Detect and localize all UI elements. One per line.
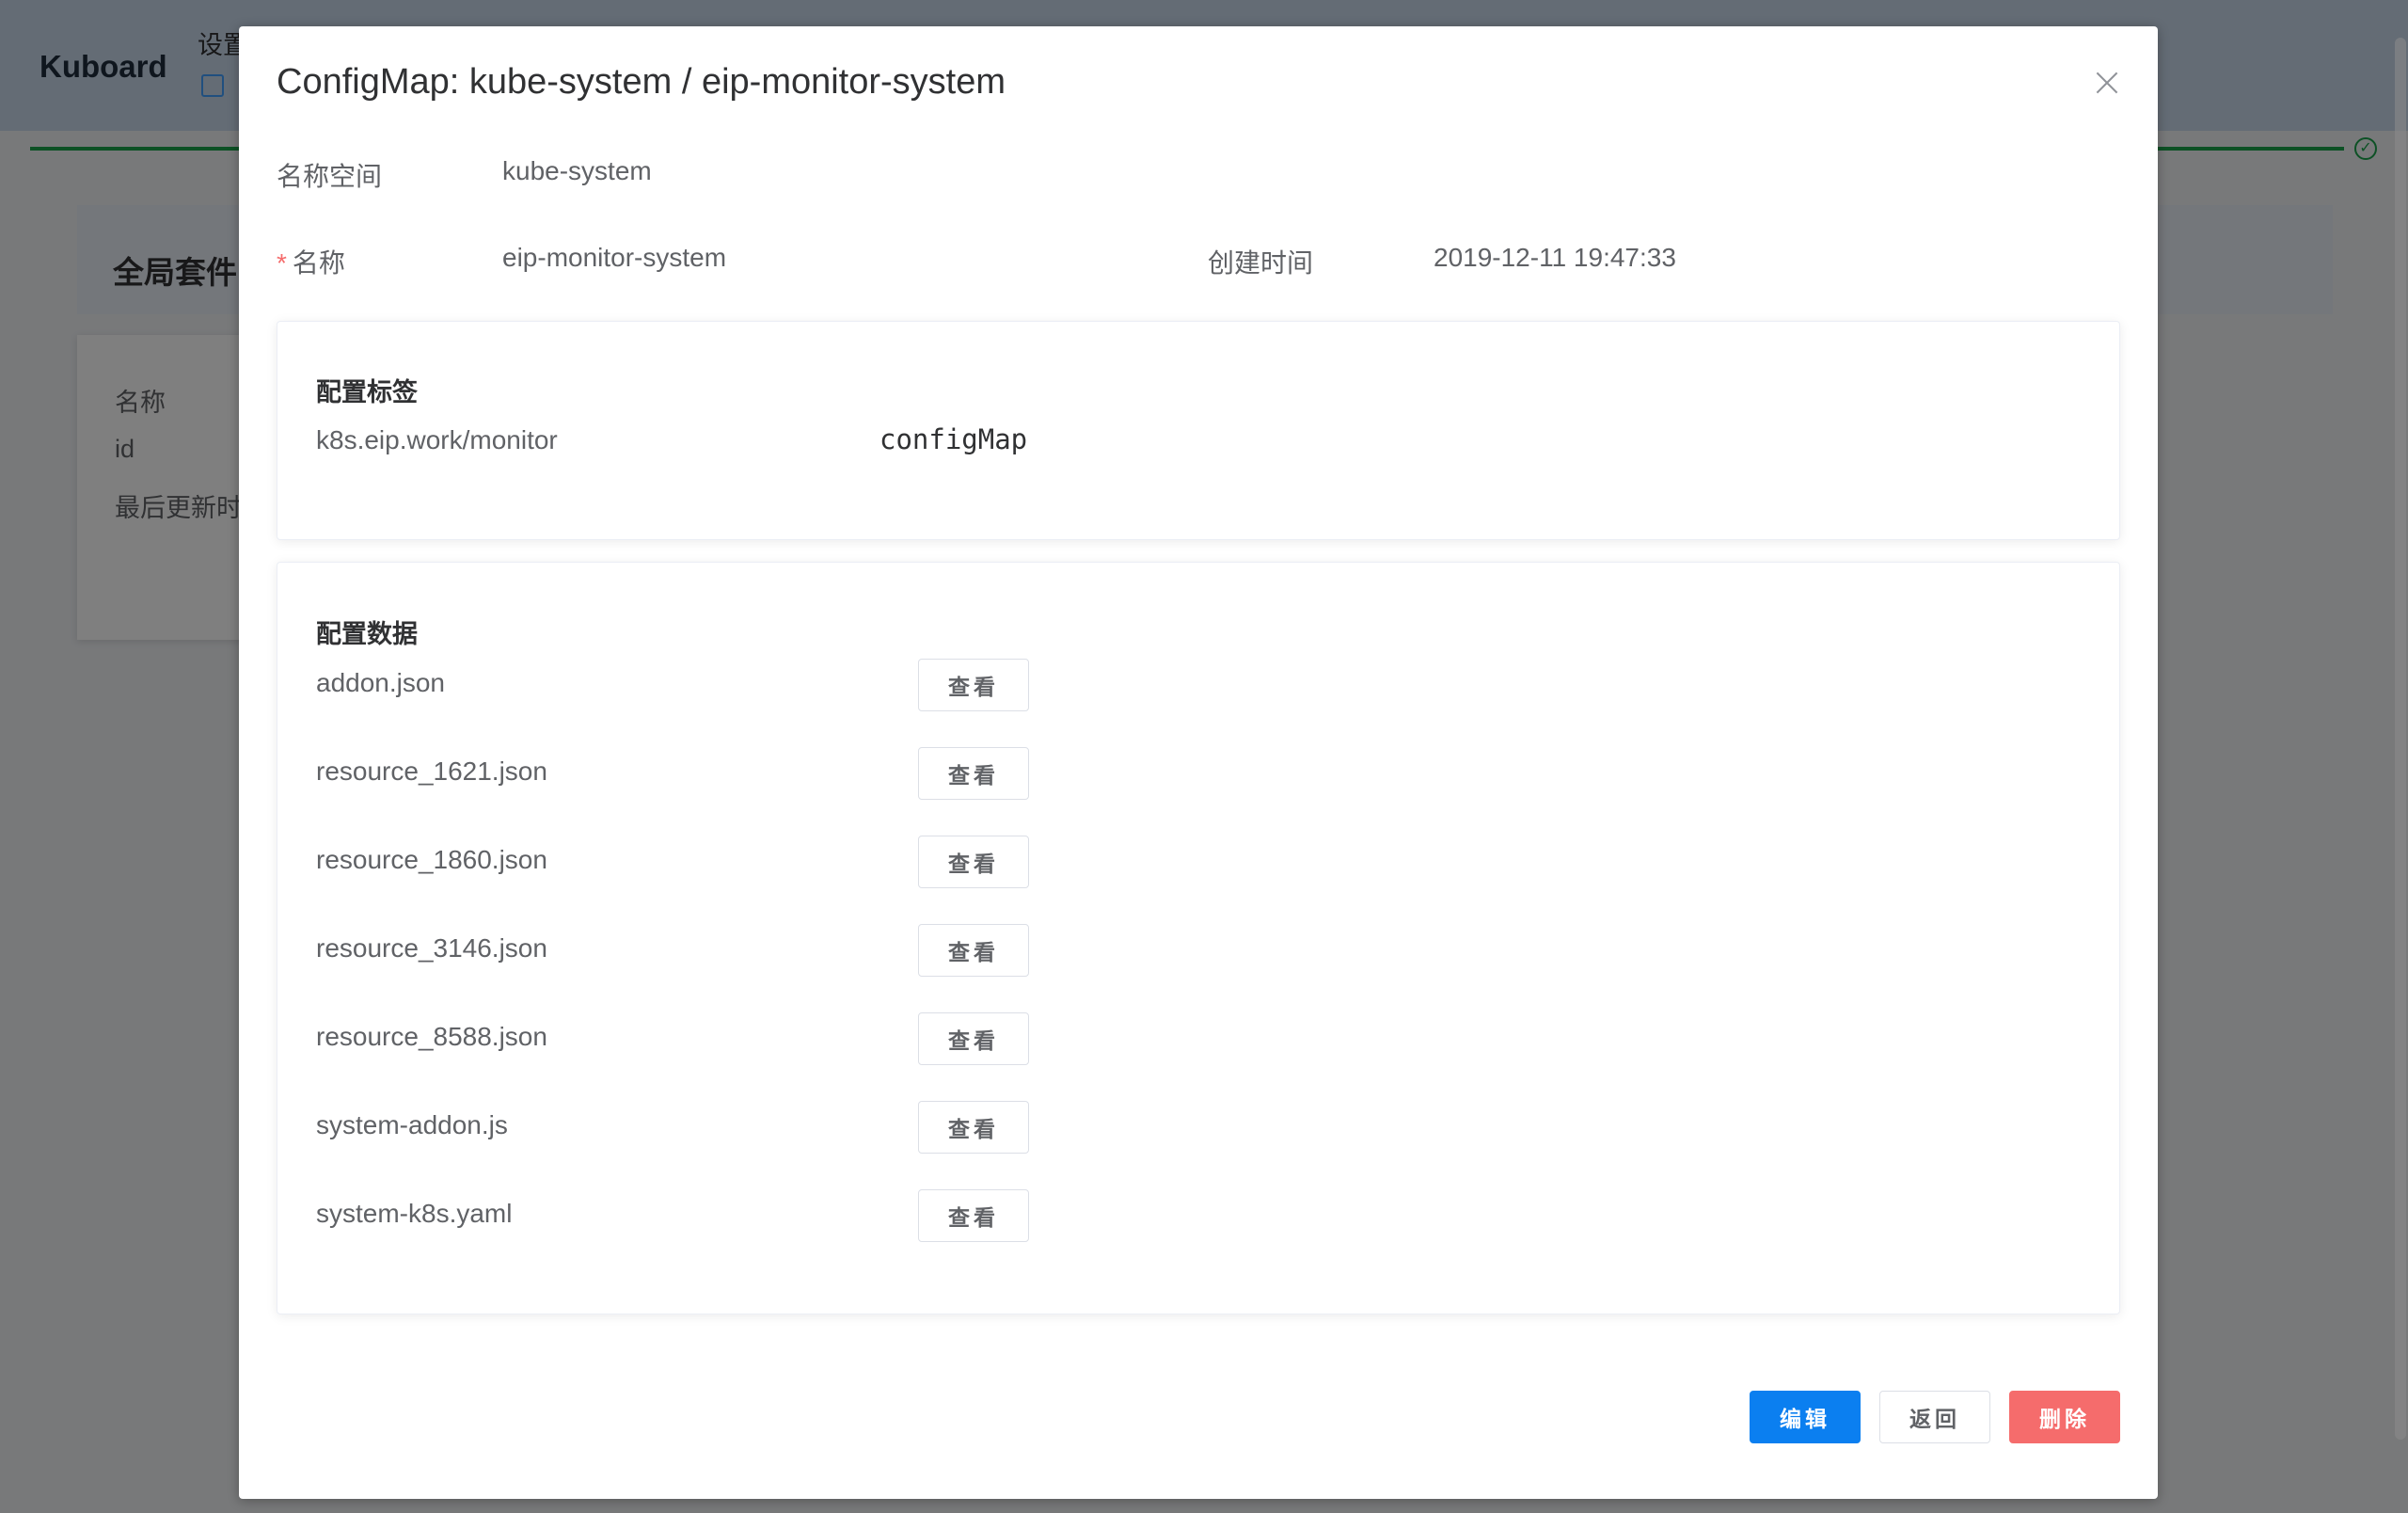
view-button[interactable]: 查看 — [918, 659, 1029, 711]
name-label: * 名称 — [277, 243, 345, 280]
data-key: resource_1860.json — [316, 845, 547, 874]
required-mark: * — [277, 248, 287, 278]
view-button[interactable]: 查看 — [918, 1101, 1029, 1154]
view-button[interactable]: 查看 — [918, 1189, 1029, 1242]
namespace-value: kube-system — [502, 156, 652, 185]
name-value: eip-monitor-system — [502, 243, 727, 272]
back-button[interactable]: 返回 — [1879, 1391, 1990, 1443]
data-key: resource_1621.json — [316, 756, 547, 786]
label-value: configMap — [879, 423, 1028, 455]
labels-panel-title: 配置标签 — [316, 378, 418, 406]
dialog-title: ConfigMap: kube-system / eip-monitor-sys… — [277, 62, 1006, 102]
page-scrollbar[interactable] — [2395, 38, 2406, 1440]
data-row: resource_8588.json 查看 — [316, 1012, 1257, 1065]
delete-button[interactable]: 删除 — [2009, 1391, 2120, 1443]
data-key: resource_3146.json — [316, 933, 547, 963]
data-key: resource_8588.json — [316, 1022, 547, 1051]
labels-panel: 配置标签 k8s.eip.work/monitor configMap — [277, 321, 2120, 540]
view-button[interactable]: 查看 — [918, 924, 1029, 977]
data-key: addon.json — [316, 668, 446, 697]
name-label-text: 名称 — [292, 248, 345, 278]
data-row: system-k8s.yaml 查看 — [316, 1189, 1257, 1242]
created-label: 创建时间 — [1208, 248, 1314, 278]
data-panel-title: 配置数据 — [316, 620, 418, 648]
data-key: system-addon.js — [316, 1110, 508, 1139]
close-icon[interactable] — [2088, 64, 2126, 102]
view-button[interactable]: 查看 — [918, 836, 1029, 888]
data-row: resource_1621.json 查看 — [316, 747, 1257, 800]
label-key: k8s.eip.work/monitor — [316, 425, 558, 454]
edit-button[interactable]: 编辑 — [1750, 1391, 1861, 1443]
view-button[interactable]: 查看 — [918, 747, 1029, 800]
configmap-dialog: ConfigMap: kube-system / eip-monitor-sys… — [239, 26, 2158, 1499]
created-value: 2019-12-11 19:47:33 — [1434, 243, 1676, 272]
data-row: resource_3146.json 查看 — [316, 924, 1257, 977]
namespace-label: 名称空间 — [277, 162, 383, 191]
data-row: addon.json 查看 — [316, 659, 1257, 711]
data-row: resource_1860.json 查看 — [316, 836, 1257, 888]
data-panel: 配置数据 addon.json 查看 resource_1621.json 查看… — [277, 562, 2120, 1314]
data-row: system-addon.js 查看 — [316, 1101, 1257, 1154]
data-key: system-k8s.yaml — [316, 1199, 513, 1228]
view-button[interactable]: 查看 — [918, 1012, 1029, 1065]
